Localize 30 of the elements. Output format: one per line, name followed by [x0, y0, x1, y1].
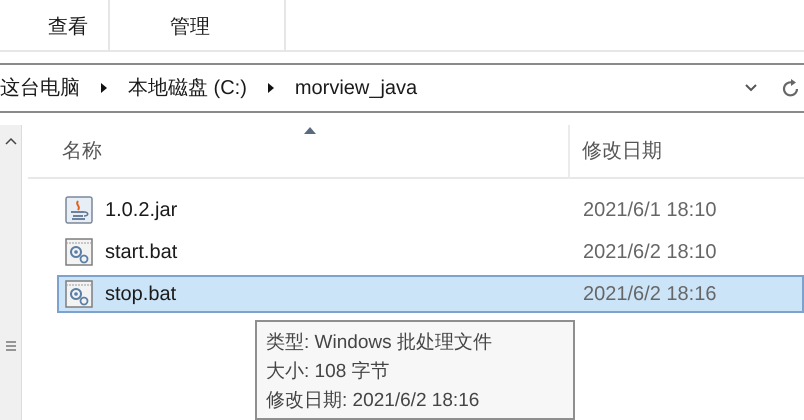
breadcrumb-arrow-icon[interactable]: [100, 82, 108, 94]
breadcrumb[interactable]: 本地磁盘 (C:): [128, 73, 247, 103]
gear-file-icon: [65, 280, 93, 308]
address-bar[interactable]: 这台电脑 本地磁盘 (C:) morview_java: [0, 63, 804, 113]
breadcrumb-arrow-icon[interactable]: [266, 82, 275, 94]
column-header[interactable]: 修改日期: [582, 136, 662, 166]
grip-icon: [4, 341, 16, 351]
file-row[interactable]: stop.bat 2021/6/2 18:16: [57, 275, 804, 313]
tooltip-line: 大小: 108 字节: [266, 360, 391, 384]
tooltip-line: 修改日期: 2021/6/2 18:16: [266, 389, 480, 413]
gear-file-icon: [65, 238, 93, 266]
modified-date: 2021/6/2 18:16: [583, 282, 716, 307]
file-row[interactable]: 1.0.2.jar 2021/6/1 18:10: [57, 191, 804, 229]
scrollbar[interactable]: [0, 125, 22, 420]
modified-date: 2021/6/1 18:10: [583, 198, 716, 223]
breadcrumb[interactable]: morview_java: [294, 73, 418, 103]
java-file-icon: [65, 196, 93, 224]
file-name: stop.bat: [105, 282, 178, 307]
tooltip-line: 类型: Windows 批处理文件: [266, 331, 493, 355]
chevron-down-icon[interactable]: [744, 83, 758, 93]
ribbon-tab[interactable]: 查看: [0, 0, 110, 50]
column-header[interactable]: 名称: [62, 136, 102, 166]
breadcrumb[interactable]: 这台电脑: [0, 73, 80, 103]
refresh-icon[interactable]: [782, 78, 800, 98]
file-name: 1.0.2.jar: [105, 198, 178, 223]
ribbon-tab[interactable]: 管理: [110, 0, 286, 50]
modified-date: 2021/6/2 18:10: [583, 240, 716, 265]
scroll-up-icon[interactable]: [4, 137, 16, 145]
file-row[interactable]: start.bat 2021/6/2 18:10: [57, 233, 804, 271]
file-name: start.bat: [105, 240, 178, 265]
